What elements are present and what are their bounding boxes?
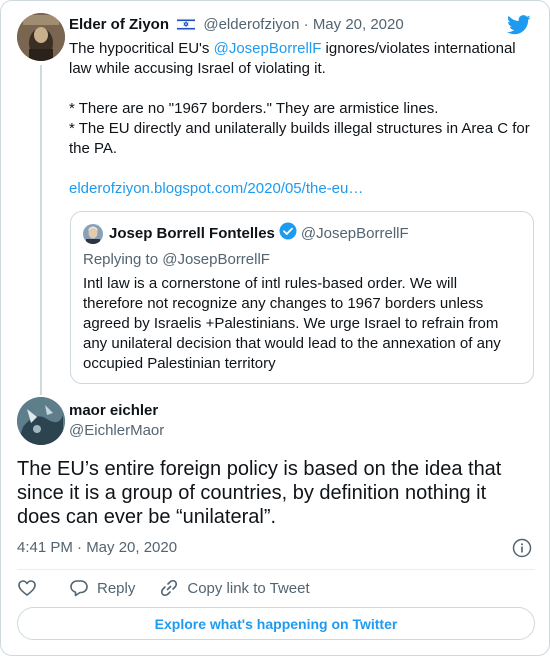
- author-handle[interactable]: @elderofziyon: [203, 16, 299, 33]
- tweet-timestamp[interactable]: 4:41 PM · May 20, 2020: [17, 538, 177, 558]
- author-handle[interactable]: @EichlerMaor: [69, 421, 164, 441]
- info-icon[interactable]: [512, 538, 532, 563]
- author-name[interactable]: Elder of Ziyon: [69, 16, 169, 33]
- verified-badge-icon: [279, 222, 297, 246]
- thread-line: [40, 65, 42, 395]
- avatar[interactable]: [83, 224, 103, 244]
- copy-link-label[interactable]: Copy link to Tweet: [187, 580, 309, 597]
- like-button[interactable]: [17, 578, 45, 598]
- tweet-text-segment: The hypocritical EU's: [69, 40, 214, 57]
- tweet-text: The hypocritical EU's @JosepBorrellF ign…: [69, 39, 539, 199]
- avatar[interactable]: [17, 13, 65, 61]
- quoted-tweet[interactable]: Josep Borrell Fontelles @JosepBorrellF R…: [70, 211, 534, 384]
- avatar[interactable]: [17, 397, 65, 445]
- quoted-author-name[interactable]: Josep Borrell Fontelles: [109, 224, 275, 244]
- reply-button[interactable]: Reply: [69, 578, 135, 598]
- tweet-text-line: * There are no "1967 borders." They are …: [69, 100, 439, 117]
- author-name[interactable]: maor eichler: [69, 401, 164, 421]
- heart-icon: [18, 580, 36, 596]
- copy-link-button[interactable]: Copy link to Tweet: [159, 578, 310, 598]
- tweet-text-line: * The EU directly and unilaterally build…: [69, 120, 530, 157]
- reply-label[interactable]: Reply: [97, 580, 135, 597]
- mention-link[interactable]: @JosepBorrellF: [214, 40, 322, 57]
- link-icon: [161, 579, 178, 597]
- explore-twitter-button[interactable]: Explore what's happening on Twitter: [17, 607, 535, 640]
- url-link[interactable]: elderofziyon.blogspot.com/2020/05/the-eu…: [69, 179, 539, 199]
- tweet-embed-card: Elder of Ziyon @elderofziyon · May 20, 2…: [0, 0, 550, 656]
- replying-to: Replying to @JosepBorrellF: [83, 251, 270, 268]
- reply-icon: [70, 580, 88, 597]
- separator-dot: ·: [303, 16, 309, 33]
- israel-flag-icon: [176, 17, 196, 37]
- tweet-date[interactable]: May 20, 2020: [313, 16, 404, 33]
- tweet-actions: Reply Copy link to Tweet: [17, 577, 334, 599]
- quoted-tweet-text: Intl law is a cornerstone of intl rules-…: [83, 275, 501, 372]
- quoted-author-handle[interactable]: @JosepBorrellF: [301, 224, 409, 244]
- twitter-bird-icon[interactable]: [507, 15, 531, 40]
- main-tweet-text: The EU’s entire foreign policy is based …: [17, 458, 502, 528]
- divider: [17, 569, 535, 570]
